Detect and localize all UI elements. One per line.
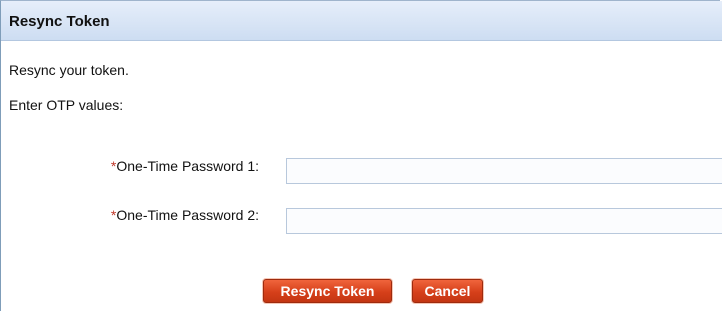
otp-2-label: *One-Time Password 2:	[111, 207, 259, 223]
title-bar: Resync Token	[1, 1, 722, 41]
otp-1-label-text: One-Time Password 1:	[116, 158, 259, 174]
otp-1-label: *One-Time Password 1:	[111, 158, 259, 174]
otp-2-input[interactable]	[286, 208, 722, 234]
otp-1-input[interactable]	[286, 158, 722, 184]
otp-2-label-text: One-Time Password 2:	[116, 207, 259, 223]
instruction-text: Enter OTP values:	[9, 97, 124, 113]
resync-token-panel: Resync Token Resync your token. Enter OT…	[0, 0, 722, 311]
cancel-button[interactable]: Cancel	[412, 279, 483, 303]
resync-token-button[interactable]: Resync Token	[263, 279, 392, 303]
dialog-title: Resync Token	[9, 13, 110, 30]
intro-text: Resync your token.	[9, 62, 129, 78]
